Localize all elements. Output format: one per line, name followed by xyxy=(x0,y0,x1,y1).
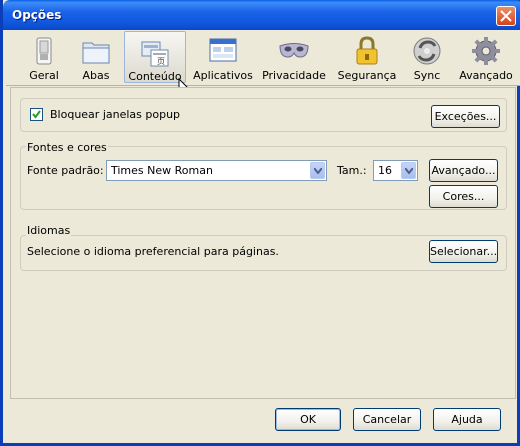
select-language-button[interactable]: Selecionar... xyxy=(429,240,498,263)
switch-icon xyxy=(36,37,52,65)
tab-label: Sync xyxy=(413,69,441,82)
applications-window-icon xyxy=(209,38,237,62)
block-popup-checkbox[interactable] xyxy=(30,108,43,121)
popup-group: Bloquear janelas popup Exceções... xyxy=(20,98,507,132)
default-font-value: Times New Roman xyxy=(111,164,213,177)
close-icon xyxy=(500,10,512,22)
chevron-down-icon xyxy=(314,168,322,174)
font-size-select[interactable]: 16 xyxy=(373,160,418,181)
title-bar[interactable]: Opções xyxy=(3,0,520,30)
dropdown-arrow[interactable] xyxy=(401,162,416,179)
tab-seguranca[interactable]: Segurança xyxy=(334,31,400,83)
languages-group-title: Idiomas xyxy=(26,224,72,237)
sync-icon xyxy=(413,37,441,65)
padlock-icon xyxy=(356,36,378,65)
tab-aplicativos[interactable]: Aplicativos xyxy=(190,31,256,83)
close-button[interactable] xyxy=(496,6,516,26)
options-dialog: Opções Geral Abas 页 Conteúdo Aplicativos… xyxy=(0,0,520,446)
content-panel: Bloquear janelas popup Exceções... Fonte… xyxy=(10,87,516,399)
tab-label: Privacidade xyxy=(262,69,326,82)
tab-sync[interactable]: Sync xyxy=(404,31,450,83)
colors-button[interactable]: Cores... xyxy=(429,185,498,208)
preferences-toolbar: Geral Abas 页 Conteúdo Aplicativos Privac… xyxy=(6,30,520,86)
size-label: Tam.: xyxy=(337,164,367,177)
tab-avancado[interactable]: Avançado xyxy=(454,31,518,83)
advanced-fonts-button[interactable]: Avançado... xyxy=(429,159,498,182)
default-font-label: Fonte padrão: xyxy=(27,164,104,177)
block-popup-label: Bloquear janelas popup xyxy=(50,108,181,121)
tab-label: Aplicativos xyxy=(193,69,253,82)
gear-icon xyxy=(472,37,500,65)
mask-icon xyxy=(279,43,309,58)
tab-label: Conteúdo xyxy=(128,70,182,83)
font-size-value: 16 xyxy=(378,164,392,177)
tab-label: Avançado xyxy=(459,69,513,82)
fonts-group-title: Fontes e cores xyxy=(26,141,108,154)
exceptions-button[interactable]: Exceções... xyxy=(431,105,500,128)
svg-text:页: 页 xyxy=(157,57,165,66)
languages-description: Selecione o idioma preferencial para pág… xyxy=(27,245,279,258)
folder-tabs-icon xyxy=(82,42,110,64)
default-font-select[interactable]: Times New Roman xyxy=(106,160,327,181)
tab-conteudo[interactable]: 页 Conteúdo xyxy=(124,31,186,83)
tab-label: Segurança xyxy=(337,69,397,82)
ok-button[interactable]: OK xyxy=(275,408,341,431)
content-page-icon: 页 xyxy=(141,41,169,67)
help-button[interactable]: Ajuda xyxy=(433,408,501,431)
dropdown-arrow[interactable] xyxy=(310,162,325,179)
tab-privacidade[interactable]: Privacidade xyxy=(260,31,328,83)
checkmark-icon xyxy=(32,110,41,119)
cancel-button[interactable]: Cancelar xyxy=(353,408,421,431)
chevron-down-icon xyxy=(405,168,413,174)
window-title: Opções xyxy=(12,8,62,22)
tab-abas[interactable]: Abas xyxy=(66,31,126,83)
tab-label: Abas xyxy=(82,69,110,82)
